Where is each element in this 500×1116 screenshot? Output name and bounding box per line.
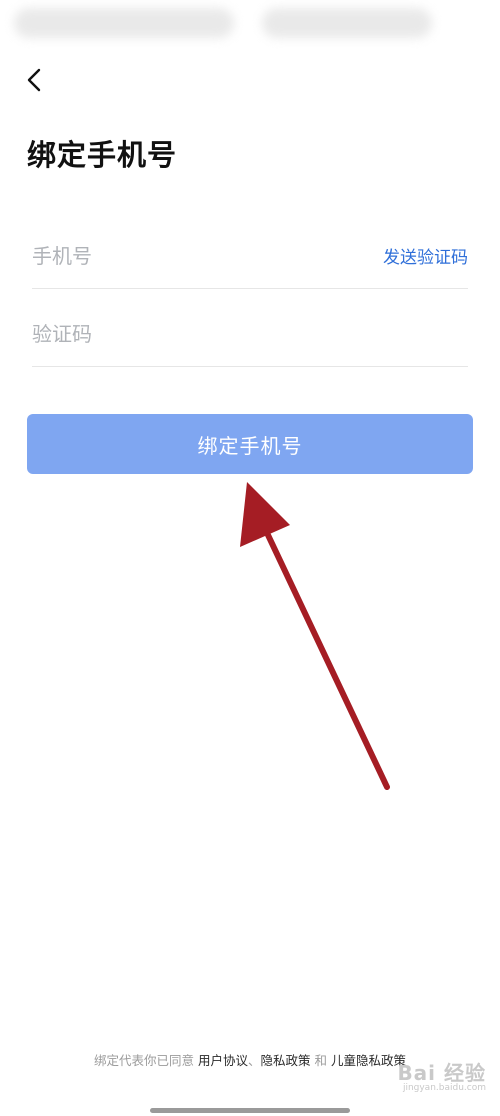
baidu-watermark: Bai 经验 jingyan.baidu.com xyxy=(397,1062,486,1094)
watermark-sub: jingyan.baidu.com xyxy=(402,1083,486,1093)
arrow-head xyxy=(240,482,290,547)
privacy-policy-link[interactable]: 隐私政策 xyxy=(261,1053,311,1068)
status-bar xyxy=(0,0,500,48)
phone-input[interactable] xyxy=(32,226,362,286)
footer-and: 和 xyxy=(314,1053,328,1068)
phone-field: 发送验证码 xyxy=(32,226,468,289)
code-input[interactable] xyxy=(32,304,362,364)
bind-phone-button[interactable]: 绑定手机号 xyxy=(27,414,473,474)
code-field xyxy=(32,304,468,367)
child-privacy-policy-link[interactable]: 儿童隐私政策 xyxy=(331,1053,406,1068)
footer-separator: 、 xyxy=(247,1053,261,1068)
user-agreement-link[interactable]: 用户协议 xyxy=(198,1053,248,1068)
chevron-left-icon xyxy=(27,68,41,92)
home-indicator xyxy=(150,1108,350,1113)
blurred-status-right xyxy=(262,8,432,38)
footer-prefix: 绑定代表你已同意 xyxy=(93,1053,194,1068)
page-title: 绑定手机号 xyxy=(27,138,178,172)
back-button[interactable] xyxy=(18,64,50,96)
send-code-button[interactable]: 发送验证码 xyxy=(383,243,468,268)
arrow-shaft xyxy=(265,532,390,790)
watermark-main: Bai 经验 xyxy=(397,1061,486,1085)
blurred-status-left xyxy=(14,8,234,38)
